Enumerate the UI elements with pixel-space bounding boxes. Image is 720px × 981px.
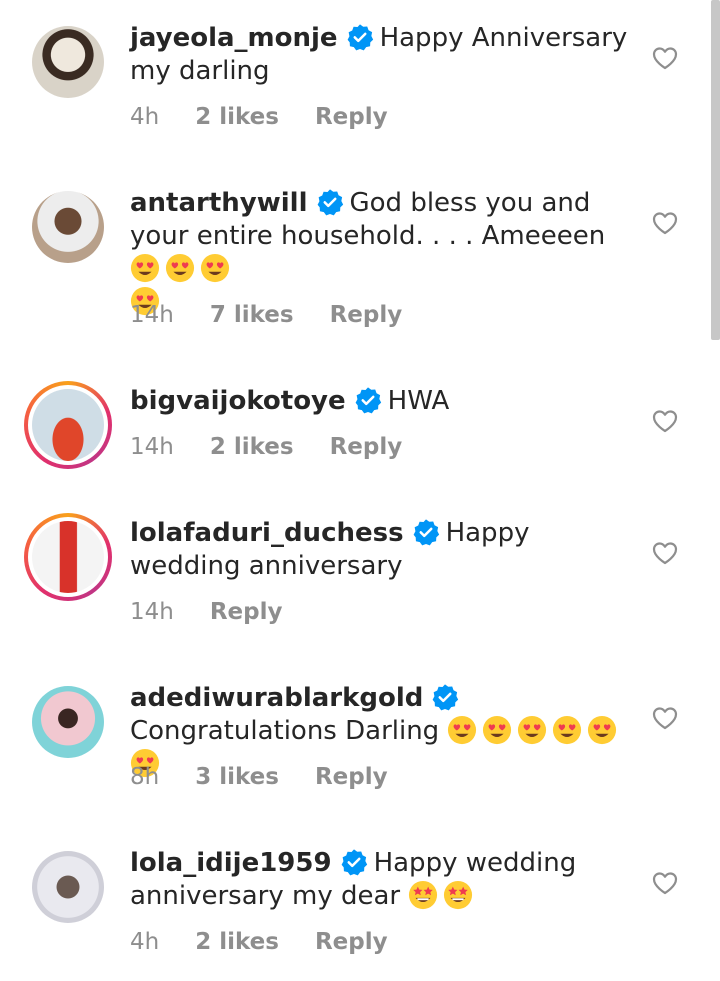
comment-meta: 14h 2 likes Reply (130, 434, 438, 460)
comment-text-block: antarthywill God bless you and your entir… (130, 187, 630, 319)
avatar[interactable] (24, 18, 112, 106)
like-heart-icon[interactable] (652, 409, 678, 433)
comment-username[interactable]: adediwurablarkgold (130, 683, 423, 713)
avatar[interactable] (24, 183, 112, 271)
comment-time: 8h (130, 764, 160, 790)
comment-likes[interactable]: 2 likes (195, 929, 279, 955)
comment-text-block: jayeola_monje Happy Anniversary my darlin… (130, 22, 630, 88)
avatar-image (32, 191, 104, 263)
heart-eyes-emoji-icon (553, 715, 582, 745)
like-heart-icon[interactable] (652, 871, 678, 895)
comment-body: Congratulations Darling (130, 716, 448, 746)
comment-time: 4h (130, 104, 160, 130)
star-struck-emoji-icon (444, 880, 473, 910)
comment-meta: 8h 3 likes Reply (130, 764, 424, 790)
comment-username[interactable]: lolafaduri_duchess (130, 518, 404, 548)
avatar-image (32, 389, 104, 461)
avatar[interactable] (24, 843, 112, 931)
avatar[interactable] (24, 678, 112, 766)
verified-badge-icon (317, 189, 343, 216)
story-ring-inner (28, 517, 108, 597)
comment-time: 14h (130, 599, 174, 625)
comment-likes[interactable]: 3 likes (195, 764, 279, 790)
verified-badge-icon (341, 849, 367, 876)
comment-meta: 4h 2 likes Reply (130, 104, 424, 130)
heart-eyes-emoji-icon (200, 253, 230, 283)
comment-meta: 14h 7 likes Reply (130, 302, 438, 328)
avatar-image (32, 521, 104, 593)
star-struck-emoji-icon (409, 880, 438, 910)
story-ring (24, 513, 112, 601)
comment-likes[interactable]: 2 likes (210, 434, 294, 460)
heart-eyes-emoji-icon (518, 715, 547, 745)
comment-body: HWA (387, 386, 450, 416)
heart-eyes-emoji-icon (588, 715, 617, 745)
comment-username[interactable]: bigvaijokotoye (130, 386, 346, 416)
comment-text-block: lola_idije1959 Happy wedding anniversary … (130, 847, 630, 913)
comment-time: 4h (130, 929, 160, 955)
avatar-image (32, 851, 104, 923)
verified-badge-icon (433, 684, 459, 711)
reply-button[interactable]: Reply (330, 434, 403, 460)
comment-meta: 14h Reply (130, 599, 319, 625)
comment-text-block: lolafaduri_duchess Happy wedding annivers… (130, 517, 630, 583)
reply-button[interactable]: Reply (330, 302, 403, 328)
like-heart-icon[interactable] (652, 211, 678, 235)
comment-time: 14h (130, 434, 174, 460)
story-ring-inner (28, 385, 108, 465)
reply-button[interactable]: Reply (315, 104, 388, 130)
reply-button[interactable]: Reply (210, 599, 283, 625)
reply-button[interactable]: Reply (315, 764, 388, 790)
avatar-image (32, 26, 104, 98)
comment-username[interactable]: jayeola_monje (130, 23, 338, 53)
verified-badge-icon (355, 387, 381, 414)
like-heart-icon[interactable] (652, 706, 678, 730)
avatar-image (32, 686, 104, 758)
heart-eyes-emoji-icon (165, 253, 195, 283)
reply-button[interactable]: Reply (315, 929, 388, 955)
story-ring (24, 381, 112, 469)
comment-likes[interactable]: 2 likes (195, 104, 279, 130)
avatar-story-ring[interactable] (24, 513, 112, 601)
heart-eyes-emoji-icon (448, 715, 477, 745)
avatar-story-ring[interactable] (24, 381, 112, 469)
like-heart-icon[interactable] (652, 541, 678, 565)
verified-badge-icon (347, 24, 373, 51)
comment-time: 14h (130, 302, 174, 328)
comment-likes[interactable]: 7 likes (210, 302, 294, 328)
heart-eyes-emoji-icon (483, 715, 512, 745)
scrollbar-thumb[interactable] (711, 0, 720, 340)
comment-meta: 4h 2 likes Reply (130, 929, 424, 955)
comment-username[interactable]: lola_idije1959 (130, 848, 332, 878)
heart-eyes-emoji-icon (130, 253, 160, 283)
comment-text-block: bigvaijokotoye HWA (130, 385, 630, 418)
like-heart-icon[interactable] (652, 46, 678, 70)
verified-badge-icon (413, 519, 439, 546)
comment-username[interactable]: antarthywill (130, 188, 308, 218)
